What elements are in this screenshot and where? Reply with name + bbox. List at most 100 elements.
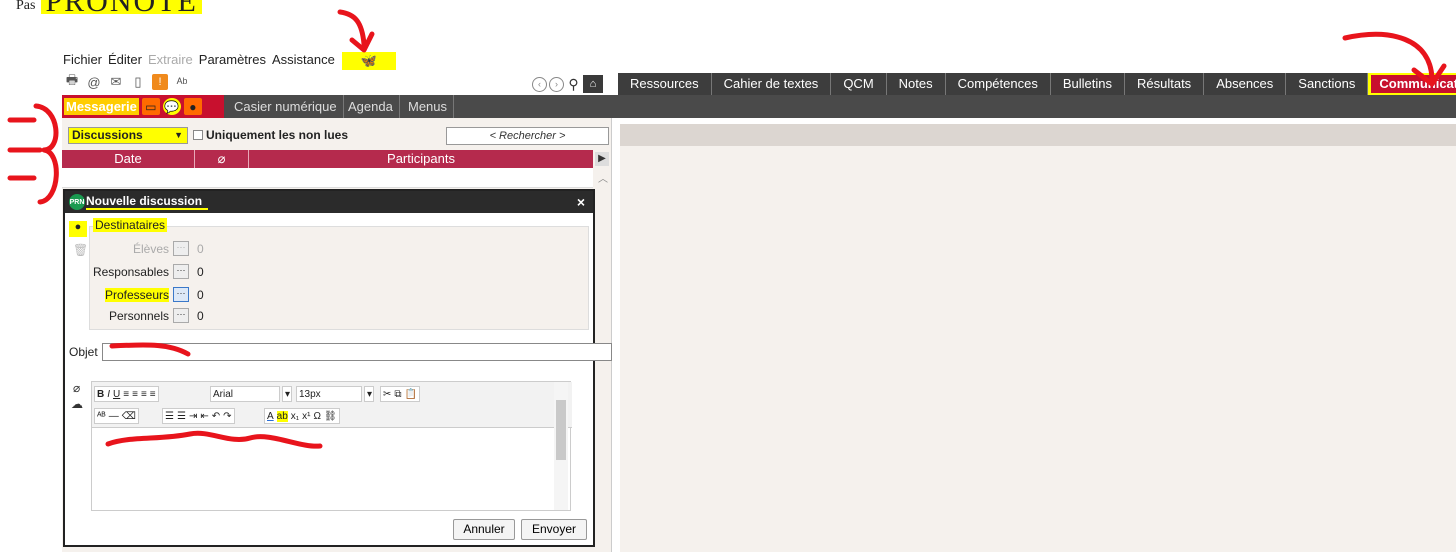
undo-icon[interactable]: ↶	[212, 411, 220, 422]
search-input[interactable]: < Rechercher >	[446, 127, 609, 145]
message-editor[interactable]: B I U ≡ ≡ ≡ ≡ Arial ▾ 13px ▾ ✂ ⧉ 📋 ᴬᴮ — …	[91, 381, 572, 511]
color-group: A ab x₁ x¹ Ω ⛓	[264, 408, 340, 424]
screen-icon[interactable]: ▭	[141, 98, 160, 115]
col-date[interactable]: Date	[62, 150, 195, 168]
discussions-filter-select[interactable]: Discussions ▼	[68, 127, 188, 144]
superscript-icon[interactable]: x¹	[302, 411, 310, 422]
link-icon[interactable]: ⛓	[324, 411, 337, 422]
phone-icon[interactable]: ▯	[130, 74, 146, 90]
print-icon[interactable]: 🖶	[64, 72, 80, 90]
paste-icon[interactable]: 📋	[405, 389, 417, 400]
underline-button[interactable]: U	[113, 389, 120, 400]
column-menu-button[interactable]: ▶	[595, 152, 609, 166]
dialog-titlebar: PRN Nouvelle discussion ×	[65, 191, 593, 213]
tab-agenda[interactable]: Agenda	[342, 95, 400, 118]
editor-scrollbar[interactable]	[554, 382, 568, 510]
align-justify-icon[interactable]: ≡	[150, 389, 156, 400]
horizontal-rule-icon[interactable]: —	[109, 411, 119, 422]
nav-icons: ‹ › ⚲ ⌂	[532, 75, 603, 93]
back-icon[interactable]: ‹	[532, 76, 547, 92]
chat-icon[interactable]: 💬	[162, 98, 181, 115]
person-icon[interactable]: ●	[183, 98, 202, 115]
col-attachment[interactable]: ⌀	[195, 150, 249, 168]
tab-absences[interactable]: Absences	[1204, 73, 1287, 95]
butterfly-icon[interactable]: 🦋	[341, 52, 396, 70]
recipients-person-icon[interactable]: ●	[69, 221, 87, 237]
size-select[interactable]: 13px	[296, 386, 362, 402]
menu-editer[interactable]: Éditer	[105, 52, 145, 70]
cut-icon[interactable]: ✂	[383, 389, 391, 400]
tab-sanctions[interactable]: Sanctions	[1286, 73, 1369, 95]
alert-icon[interactable]: !	[152, 74, 168, 90]
messagerie-tab[interactable]: Messagerie ▭ 💬 ●	[62, 95, 224, 118]
tab-ressources[interactable]: Ressources	[618, 73, 712, 95]
font-dropdown-icon[interactable]: ▾	[282, 386, 292, 402]
align-center-icon[interactable]: ≡	[132, 389, 138, 400]
col-participants[interactable]: Participants	[249, 150, 593, 168]
subscript-icon[interactable]: x₁	[291, 411, 299, 422]
forward-icon[interactable]: ›	[549, 76, 564, 92]
recipient-count: 0	[197, 264, 204, 279]
cloud-icon[interactable]: ☁	[71, 397, 83, 411]
bullet-list-icon[interactable]: ☰	[165, 411, 174, 422]
size-dropdown-icon[interactable]: ▾	[364, 386, 374, 402]
outdent-icon[interactable]: ⇤	[200, 411, 208, 422]
scroll-thumb[interactable]	[556, 400, 566, 460]
size-value: 13px	[299, 388, 321, 400]
redo-icon[interactable]: ↷	[223, 411, 231, 422]
clipped-heading: Pas PRONOTE	[16, 0, 202, 17]
search-icon[interactable]: ⚲	[566, 76, 581, 93]
highlight-color-icon[interactable]: ab	[276, 410, 288, 422]
paperclip-icon: ⌀	[217, 151, 226, 166]
tab-bulletins[interactable]: Bulletins	[1051, 73, 1125, 95]
recipient-label: Élèves	[132, 241, 169, 256]
tab-cahier-de-textes[interactable]: Cahier de textes	[712, 73, 832, 95]
scroll-up-icon[interactable]: ︿	[598, 170, 608, 185]
eraser-icon[interactable]: ⌫	[122, 411, 136, 422]
text-color-icon[interactable]: A	[267, 411, 274, 422]
italic-button[interactable]: I	[107, 389, 110, 400]
recipient-picker-button[interactable]: ···	[173, 264, 189, 279]
list-row[interactable]	[62, 168, 593, 188]
menu-assistance[interactable]: Assistance	[269, 52, 338, 70]
bold-button[interactable]: B	[97, 389, 104, 400]
menu-extraire[interactable]: Extraire	[145, 52, 196, 70]
indent-icon[interactable]: ⇥	[189, 411, 197, 422]
numbered-list-icon[interactable]: ☰	[177, 411, 186, 422]
recipient-label: Personnels	[108, 308, 169, 323]
recipient-count: 0	[197, 287, 204, 302]
unread-only-toggle[interactable]: Uniquement les non lues	[193, 128, 348, 142]
recipient-picker-button[interactable]: ···	[173, 308, 189, 323]
mail-icon[interactable]: ✉	[108, 74, 124, 90]
font-select[interactable]: Arial	[210, 386, 280, 402]
unread-checkbox[interactable]	[193, 130, 203, 140]
spellcheck-icon[interactable]: ᴬᵇ	[174, 74, 190, 90]
tab-resultats[interactable]: Résultats	[1125, 73, 1205, 95]
menu-parametres[interactable]: Paramètres	[196, 52, 269, 70]
spellcheck-icon[interactable]: ᴬᴮ	[97, 411, 106, 422]
tab-casier-numerique[interactable]: Casier numérique	[228, 95, 344, 118]
tab-competences[interactable]: Compétences	[946, 73, 1051, 95]
special-char-icon[interactable]: Ω	[314, 411, 321, 422]
tab-menus[interactable]: Menus	[402, 95, 455, 118]
tab-qcm[interactable]: QCM	[831, 73, 887, 95]
recipient-picker-button[interactable]: ···	[173, 287, 189, 302]
tab-communication[interactable]: Communication	[1368, 73, 1456, 95]
at-icon[interactable]: @	[86, 74, 102, 90]
format-group: B I U ≡ ≡ ≡ ≡	[94, 386, 159, 402]
align-right-icon[interactable]: ≡	[141, 389, 147, 400]
cancel-button[interactable]: Annuler	[453, 519, 515, 540]
home-icon[interactable]: ⌂	[583, 75, 603, 93]
tab-notes[interactable]: Notes	[887, 73, 946, 95]
objet-input[interactable]	[101, 343, 612, 361]
recipient-count: 0	[197, 241, 204, 256]
trash-icon[interactable]: 🗑	[73, 243, 88, 257]
align-left-icon[interactable]: ≡	[123, 389, 129, 400]
new-discussion-dialog: PRN Nouvelle discussion × ● Destinataire…	[63, 189, 612, 547]
send-button[interactable]: Envoyer	[521, 519, 587, 540]
recipient-picker-button[interactable]: ···	[173, 241, 189, 256]
menu-fichier[interactable]: Fichier	[60, 52, 105, 70]
paperclip-icon[interactable]: ⌀	[73, 381, 80, 395]
close-icon[interactable]: ×	[577, 194, 585, 210]
copy-icon[interactable]: ⧉	[394, 389, 401, 400]
